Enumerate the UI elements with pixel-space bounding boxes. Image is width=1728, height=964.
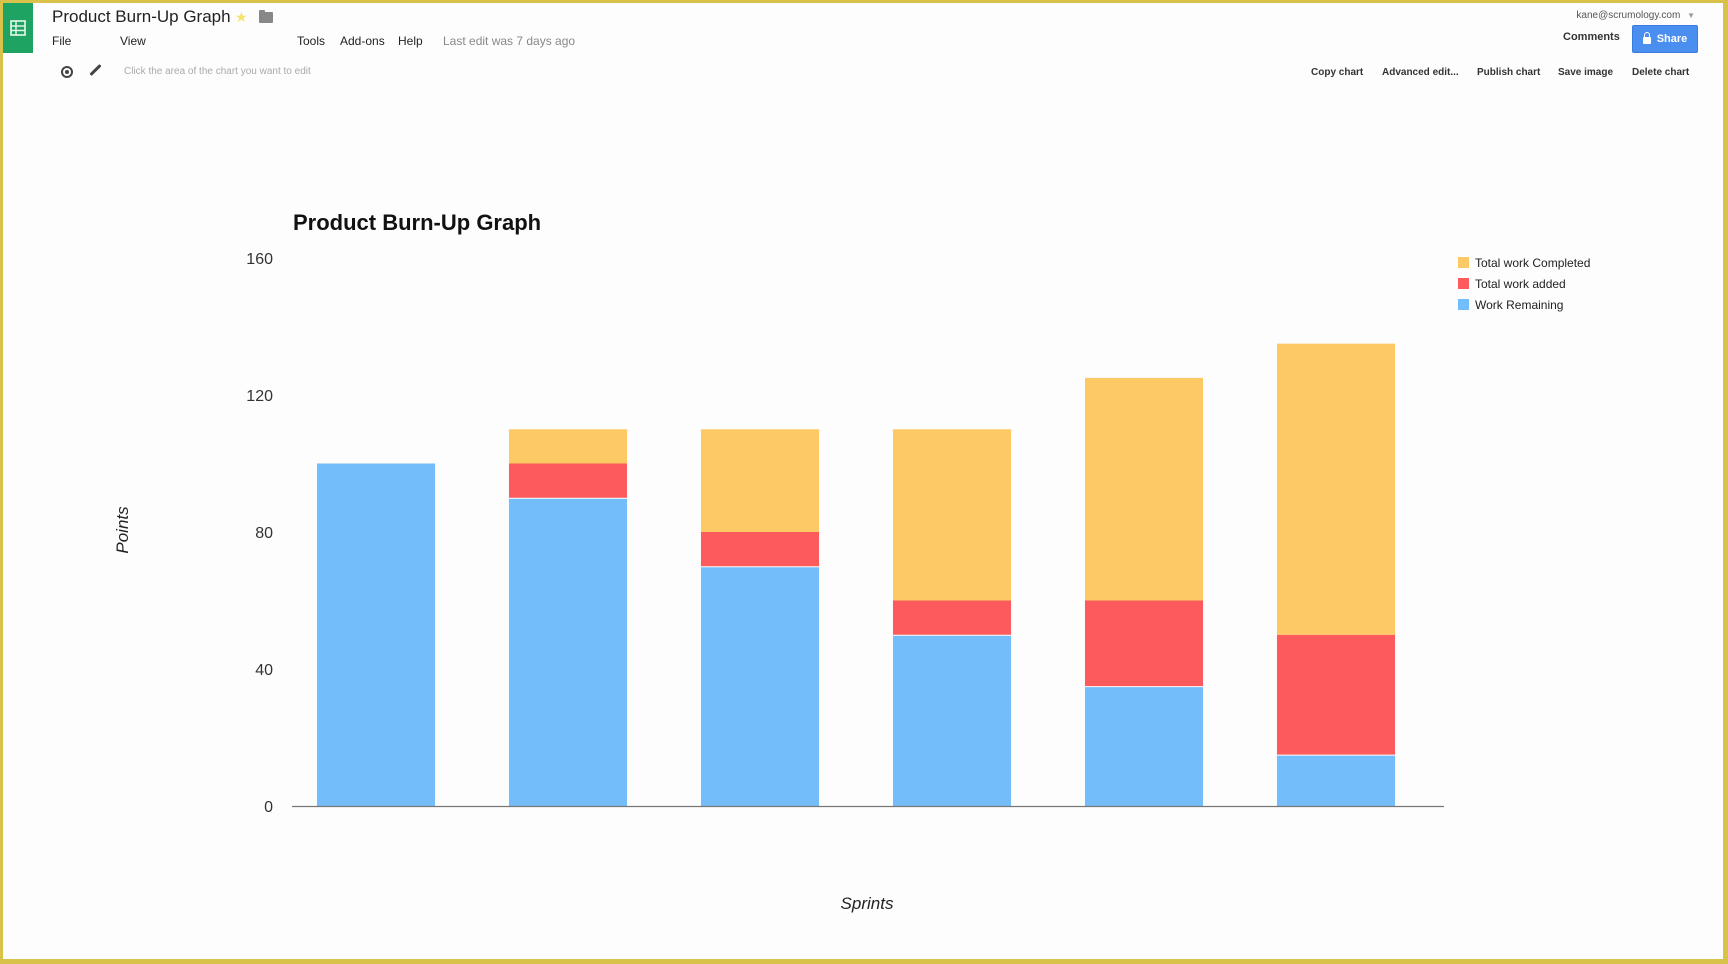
bar-stack[interactable] (508, 429, 628, 806)
chart[interactable]: 04080120160 Total work CompletedTotal wo… (3, 3, 1723, 959)
bar-segment-work-remaining[interactable] (1276, 754, 1396, 806)
bar-segment-total-work-added[interactable] (508, 463, 628, 498)
bar-segment-total-work-completed[interactable] (892, 429, 1012, 601)
bar-segment-total-work-completed[interactable] (700, 429, 820, 532)
bar-stack[interactable] (892, 429, 1012, 806)
bar-segment-work-remaining[interactable] (892, 634, 1012, 806)
legend[interactable]: Total work Completed Total work added Work… (1458, 256, 1590, 312)
y-tick-label: 80 (255, 525, 273, 542)
bar-segment-total-work-added[interactable] (1276, 634, 1396, 755)
x-axis-label: Sprints (841, 894, 894, 913)
y-tick-label: 120 (246, 388, 273, 405)
bar-stack[interactable] (700, 429, 820, 806)
bar-segment-total-work-added[interactable] (700, 532, 820, 567)
window: Product Burn-Up Graph ★ File View Tools … (3, 3, 1723, 959)
bar-stack[interactable] (1084, 377, 1204, 806)
bar-segment-work-remaining[interactable] (1084, 686, 1204, 806)
bar-stack[interactable] (1276, 343, 1396, 806)
y-tick-label: 40 (255, 662, 273, 679)
bar-segment-work-remaining[interactable] (700, 566, 820, 806)
bar-segment-work-remaining[interactable] (508, 497, 628, 806)
legend-swatch (1458, 299, 1469, 310)
y-tick-label: 0 (264, 799, 273, 816)
bar-segment-total-work-completed[interactable] (1084, 377, 1204, 601)
bar-segment-total-work-added[interactable] (1084, 600, 1204, 687)
bar-segment-total-work-added[interactable] (892, 600, 1012, 635)
legend-label[interactable]: Total work added (1475, 277, 1566, 291)
y-axis: 0 40 80 120 160 (246, 251, 273, 816)
legend-label[interactable]: Work Remaining (1475, 298, 1563, 312)
bars (316, 343, 1396, 807)
legend-label[interactable]: Total work Completed (1475, 256, 1590, 270)
legend-swatch (1458, 257, 1469, 268)
bar-segment-total-work-completed[interactable] (1276, 343, 1396, 635)
bar-stack[interactable] (316, 463, 436, 807)
bar-segment-work-remaining[interactable] (316, 463, 436, 807)
y-axis-label: Points (113, 506, 132, 554)
bar-segment-total-work-completed[interactable] (508, 429, 628, 464)
legend-swatch (1458, 278, 1469, 289)
y-tick-label: 160 (246, 251, 273, 268)
